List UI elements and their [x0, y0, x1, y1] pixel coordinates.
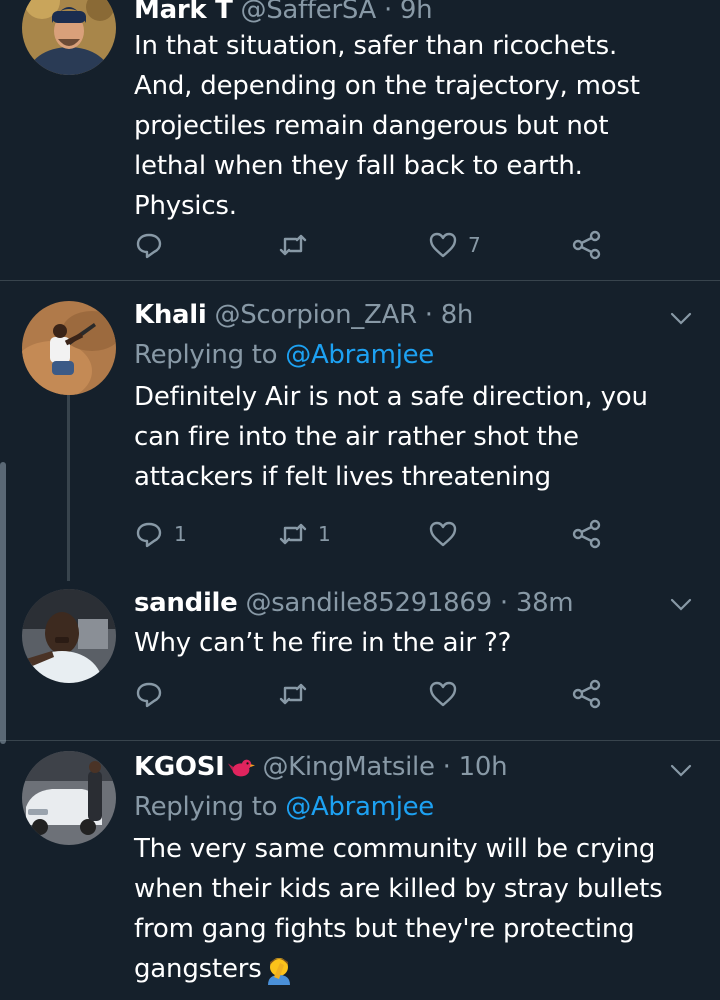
reply-button[interactable]: [134, 677, 174, 711]
avatar[interactable]: [22, 589, 116, 683]
text-line: Definitely Air is not a safe direction, …: [134, 382, 648, 412]
separator: ·: [491, 588, 516, 618]
tweet-text: Definitely Air is not a safe direction, …: [134, 377, 680, 497]
like-icon: [429, 681, 457, 707]
like-icon: [429, 521, 457, 547]
reply-button[interactable]: 1: [134, 517, 187, 551]
tweet-header: Khali @Scorpion_ZAR · 8h: [134, 297, 680, 333]
like-button[interactable]: [428, 517, 468, 551]
handle[interactable]: @Scorpion_ZAR: [215, 300, 418, 330]
avatar[interactable]: [22, 0, 116, 75]
reply-icon: [136, 682, 162, 708]
separator: ·: [416, 300, 441, 330]
text-line: gangsters: [134, 954, 262, 984]
timestamp[interactable]: 9h: [400, 0, 433, 25]
display-name[interactable]: Khali: [134, 300, 207, 330]
chevron-down-icon[interactable]: [668, 591, 694, 617]
reply-icon: [136, 233, 162, 259]
thread-line: [67, 395, 70, 581]
mention-link[interactable]: @Abramjee: [285, 792, 434, 822]
display-name[interactable]: Mark T: [134, 0, 233, 25]
tweet[interactable]: Khali @Scorpion_ZAR · 8h Replying to @Ab…: [0, 281, 720, 581]
tweet-header: KGOSI @KingMatsile · 10h: [134, 749, 680, 785]
text-line-with-emoji: gangsters: [134, 949, 680, 989]
chevron-down-icon[interactable]: [668, 305, 694, 331]
scrollbar[interactable]: [0, 462, 6, 744]
replying-to: Replying to @Abramjee: [134, 789, 680, 825]
reply-count: 1: [174, 522, 187, 546]
share-icon: [572, 519, 601, 549]
person-facepalming-emoji: [267, 957, 290, 985]
text-line: The very same community will be crying: [134, 834, 656, 864]
text-line: from gang fights but they're protecting: [134, 914, 635, 944]
tweet-text: Why can’t he fire in the air ??: [134, 623, 680, 663]
share-icon: [572, 230, 601, 260]
retweet-icon: [279, 683, 307, 705]
avatar[interactable]: [22, 301, 116, 395]
replying-label: Replying to: [134, 340, 278, 370]
like-count: 7: [468, 233, 481, 257]
replying-to: Replying to @Abramjee: [134, 337, 680, 373]
timestamp[interactable]: 8h: [441, 300, 474, 330]
tweet[interactable]: KGOSI @KingMatsile · 10h Replying to @Ab…: [0, 741, 720, 1000]
timestamp[interactable]: 10h: [459, 752, 508, 782]
text-line: can fire into the air rather shot the: [134, 422, 579, 452]
text-line: And, depending on the trajectory, most: [134, 71, 640, 101]
handle[interactable]: @SafferSA: [241, 0, 377, 25]
handle[interactable]: @KingMatsile: [262, 752, 435, 782]
text-line: Why can’t he fire in the air ??: [134, 628, 512, 658]
text-line: when their kids are killed by stray bull…: [134, 874, 663, 904]
share-button[interactable]: [572, 517, 602, 551]
retweet-button[interactable]: 1: [278, 517, 331, 551]
text-line: attackers if felt lives threatening: [134, 462, 551, 492]
retweet-count: 1: [318, 522, 331, 546]
tweet-header: sandile @sandile85291869 · 38m: [134, 585, 680, 621]
like-button[interactable]: [428, 677, 468, 711]
tweet-header: Mark T @SafferSA · 9h: [134, 0, 680, 28]
tweet-text: The very same community will be crying w…: [134, 829, 680, 989]
text-line: lethal when they fall back to earth.: [134, 151, 583, 181]
like-button[interactable]: 7: [428, 228, 481, 262]
retweet-button[interactable]: [278, 677, 318, 711]
text-line: In that situation, safer than ricochets.: [134, 31, 618, 61]
tweet[interactable]: Mark T @SafferSA · 9h In that situation,…: [0, 0, 720, 280]
retweet-button[interactable]: [278, 228, 318, 262]
mention-link[interactable]: @Abramjee: [285, 340, 434, 370]
text-line: Physics.: [134, 191, 237, 221]
tweet[interactable]: sandile @sandile85291869 · 38m Why can’t…: [0, 581, 720, 741]
display-name[interactable]: sandile: [134, 588, 238, 618]
retweet-icon: [279, 523, 307, 545]
separator: ·: [376, 0, 400, 25]
share-button[interactable]: [572, 228, 602, 262]
replying-label: Replying to: [134, 792, 278, 822]
like-icon: [429, 232, 457, 258]
reply-button[interactable]: [134, 228, 174, 262]
retweet-icon: [279, 234, 307, 256]
red-bird-emoji: [227, 759, 255, 776]
share-icon: [572, 679, 601, 709]
tweet-text: In that situation, safer than ricochets.…: [134, 26, 680, 226]
separator: ·: [434, 752, 459, 782]
avatar[interactable]: [22, 751, 116, 845]
share-button[interactable]: [572, 677, 602, 711]
text-line: projectiles remain dangerous but not: [134, 111, 609, 141]
timestamp[interactable]: 38m: [516, 588, 574, 618]
handle[interactable]: @sandile85291869: [245, 588, 492, 618]
display-name[interactable]: KGOSI: [134, 752, 225, 782]
chevron-down-icon[interactable]: [668, 757, 694, 783]
reply-icon: [136, 522, 162, 548]
